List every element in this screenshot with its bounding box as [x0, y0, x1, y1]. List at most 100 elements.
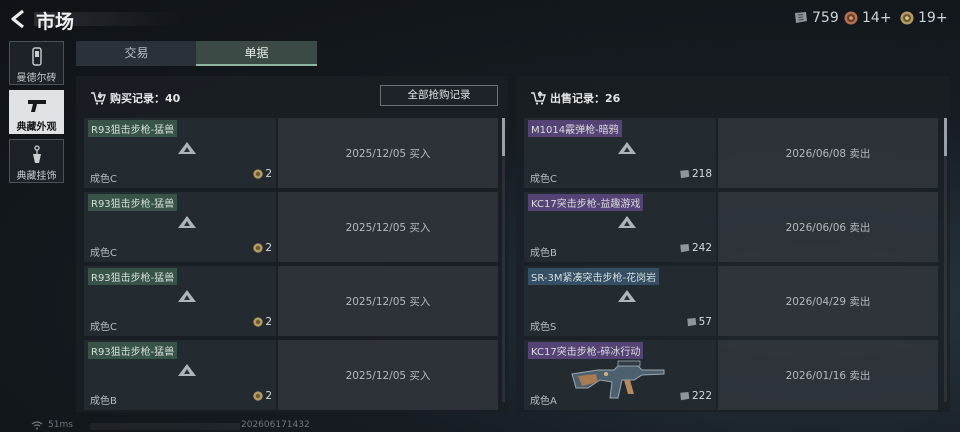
pistol-icon [27, 100, 46, 112]
currency-bronze[interactable]: 14+ [844, 10, 892, 26]
gold-coin-icon [900, 11, 914, 25]
item-price: 2 [253, 390, 272, 402]
placeholder-triangle-icon [618, 142, 636, 154]
item-price: 242 [678, 242, 712, 254]
back-arrow-icon[interactable] [8, 8, 30, 30]
record-info: 2026/01/16 卖出 [718, 340, 938, 410]
record-info: 2025/12/05 买入 [278, 118, 498, 188]
item-name: M1014霰弹枪-暗鸦 [528, 120, 622, 137]
item-name: R93狙击步枪-猛兽 [88, 342, 178, 359]
placeholder-triangle-icon [618, 216, 636, 228]
item-name: R93狙击步枪-猛兽 [88, 120, 178, 137]
tab-trade[interactable]: 交易 [76, 41, 197, 66]
sell-records-panel: 出售记录：26 M1014霰弹枪-暗鸦 成色C 218 2026/06/08 卖… [516, 76, 950, 412]
list-item[interactable]: M1014霰弹枪-暗鸦 成色C 218 2026/06/08 卖出 [524, 118, 938, 188]
wifi-icon [31, 421, 43, 430]
record-info: 2025/12/05 买入 [278, 340, 498, 410]
list-item[interactable]: R93狙击步枪-猛兽 成色C 2 2025/12/05 买入 [84, 266, 498, 336]
currency-value: 14+ [862, 10, 892, 26]
charm-icon [32, 145, 41, 163]
record-info: 2026/06/08 卖出 [718, 118, 938, 188]
price-value: 222 [691, 390, 712, 402]
item-card[interactable]: KC17突击步枪-益趣游戏 成色B 242 [524, 192, 716, 262]
item-quality: 成色S [530, 322, 557, 333]
price-value: 2 [265, 242, 272, 254]
ticket-icon [795, 12, 807, 23]
sidebar-item-label: 典藏挂饰 [16, 171, 57, 182]
list-item[interactable]: KC17突击步枪-益趣游戏 成色B 242 2026/06/06 卖出 [524, 192, 938, 262]
currency-ticket[interactable]: 759 [792, 10, 839, 26]
item-quality: 成色B [90, 396, 117, 407]
item-quality: 成色C [90, 322, 117, 333]
sidebar-item-collection-charms[interactable]: 典藏挂饰 [9, 139, 64, 183]
all-snap-records-button[interactable]: 全部抢购记录 [380, 85, 498, 106]
record-date: 2025/12/05 买入 [345, 222, 431, 234]
list-item[interactable]: R93狙击步枪-猛兽 成色C 2 2025/12/05 买入 [84, 118, 498, 188]
sidebar-item-label: 曼德尔砖 [16, 73, 57, 84]
rifle-skin-image [571, 360, 665, 399]
record-info: 2025/12/05 买入 [278, 266, 498, 336]
record-info: 2025/12/05 买入 [278, 192, 498, 262]
item-name: R93狙击步枪-猛兽 [88, 268, 178, 285]
placeholder-triangle-icon [178, 216, 196, 228]
currency-gold[interactable]: 19+ [900, 10, 948, 26]
mandel-brick-icon [31, 47, 42, 66]
record-date: 2025/12/05 买入 [345, 370, 431, 382]
list-item[interactable]: R93狙击步枪-猛兽 成色C 2 2025/12/05 买入 [84, 192, 498, 262]
tab-records[interactable]: 单据 [196, 41, 317, 66]
price-value: 2 [265, 168, 272, 180]
list-item[interactable]: KC17突击步枪-碎冰行动 成色A 222 2026/01/16 卖出 [524, 340, 938, 410]
buy-records-panel: 购买记录：40 全部抢购记录 R93狙击步枪-猛兽 成色C 2 2025/12/… [76, 76, 508, 412]
sidebar-item-collection-skins[interactable]: 典藏外观 [9, 90, 64, 134]
sidebar-item-mandel-brick[interactable]: 曼德尔砖 [9, 41, 64, 85]
page-title: 市场 [36, 11, 75, 33]
record-date: 2025/12/05 买入 [345, 296, 431, 308]
item-card[interactable]: M1014霰弹枪-暗鸦 成色C 218 [524, 118, 716, 188]
item-name: KC17突击步枪-碎冰行动 [528, 342, 644, 359]
item-name: SR-3M紧凑突击步枪-花岗岩 [528, 268, 660, 285]
item-quality: 成色A [530, 396, 557, 407]
record-date: 2026/04/29 卖出 [785, 296, 871, 308]
item-price: 57 [685, 316, 712, 328]
buy-records-header: 购买记录：40 [90, 90, 180, 106]
item-card[interactable]: R93狙击步枪-猛兽 成色C 2 [84, 266, 276, 336]
top-bar: 市场 759 14+ 19+ [0, 0, 960, 38]
scrollbar-thumb[interactable] [502, 118, 505, 156]
ticket-icon [686, 317, 696, 326]
list-item[interactable]: SR-3M紧凑突击步枪-花岗岩 成色S 57 2026/04/29 卖出 [524, 266, 938, 336]
record-date: 2025/12/05 买入 [345, 148, 431, 160]
scrollbar-thumb[interactable] [944, 118, 947, 156]
item-card[interactable]: R93狙击步枪-猛兽 成色C 2 [84, 192, 276, 262]
record-date: 2026/06/08 卖出 [785, 148, 871, 160]
placeholder-triangle-icon [178, 364, 196, 376]
price-value: 218 [691, 168, 712, 180]
buy-list-scrollbar[interactable] [502, 118, 505, 402]
list-item[interactable]: R93狙击步枪-猛兽 成色B 2 2025/12/05 买入 [84, 340, 498, 410]
item-name: R93狙击步枪-猛兽 [88, 194, 178, 211]
bronze-coin-icon [253, 169, 263, 179]
cart-in-icon [91, 92, 106, 105]
bronze-coin-icon [253, 317, 263, 327]
record-info: 2026/04/29 卖出 [718, 266, 938, 336]
buy-records-list[interactable]: R93狙击步枪-猛兽 成色C 2 2025/12/05 买入 R93狙击步枪-猛… [84, 118, 504, 412]
cart-out-icon [531, 91, 546, 105]
item-price: 222 [678, 390, 712, 402]
item-card[interactable]: R93狙击步枪-猛兽 成色C 2 [84, 118, 276, 188]
item-quality: 成色B [530, 248, 557, 259]
sidebar-item-label: 典藏外观 [16, 122, 57, 133]
item-card[interactable]: R93狙击步枪-猛兽 成色B 2 [84, 340, 276, 410]
bronze-coin-icon [253, 243, 263, 253]
placeholder-triangle-icon [618, 290, 636, 302]
price-value: 2 [265, 316, 272, 328]
sell-records-header: 出售记录：26 [530, 90, 620, 106]
currency-value: 19+ [918, 10, 948, 26]
placeholder-triangle-icon [178, 142, 196, 154]
item-card[interactable]: SR-3M紧凑突击步枪-花岗岩 成色S 57 [524, 266, 716, 336]
item-card[interactable]: KC17突击步枪-碎冰行动 成色A 222 [524, 340, 716, 410]
sell-records-list[interactable]: M1014霰弹枪-暗鸦 成色C 218 2026/06/08 卖出 KC17突击… [524, 118, 944, 412]
item-quality: 成色C [90, 248, 117, 259]
record-info: 2026/06/06 卖出 [718, 192, 938, 262]
item-name: KC17突击步枪-益趣游戏 [528, 194, 644, 211]
sell-list-scrollbar[interactable] [944, 118, 947, 402]
ticket-icon [680, 169, 690, 178]
